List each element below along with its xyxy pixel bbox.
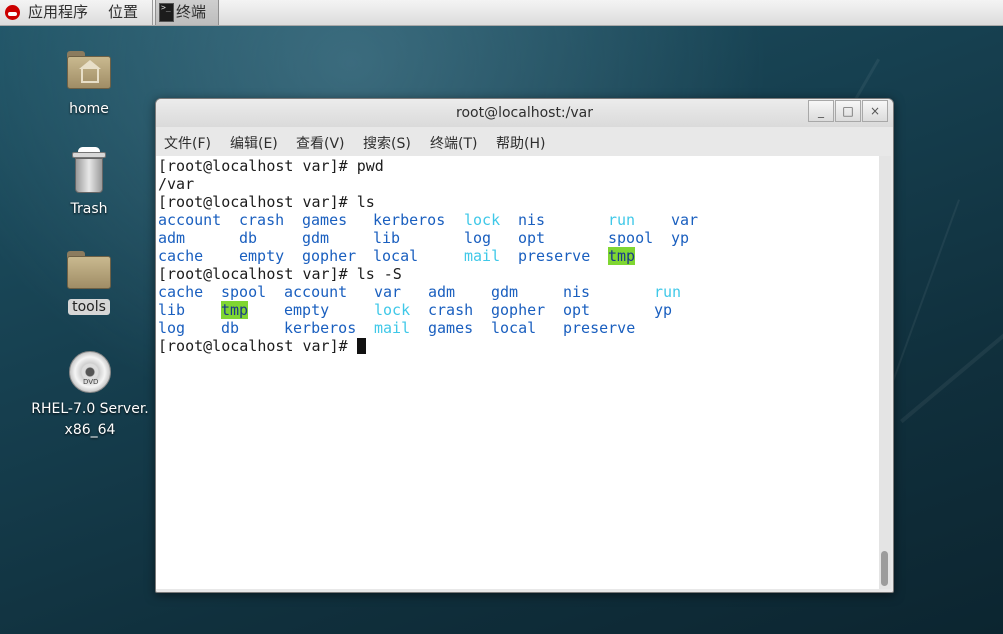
ls-entry: lib (158, 301, 186, 319)
panel-separator (152, 0, 153, 25)
desktop-home-icon[interactable]: home (54, 51, 124, 120)
desktop-trash-icon[interactable]: Trash (54, 147, 124, 220)
ls-entry: yp (671, 229, 690, 247)
places-menu[interactable]: 位置 (108, 3, 138, 21)
menu-edit[interactable]: 编辑(E) (230, 133, 278, 153)
menu-view[interactable]: 查看(V) (296, 133, 345, 153)
terminal-line: [root@localhost var]# pwd (158, 157, 384, 175)
dvd-disc-icon: DVD (69, 351, 111, 393)
minimize-button[interactable]: _ (808, 100, 834, 122)
ls-row: account crash games kerberos lock nis ru… (158, 211, 858, 229)
ls-entry: lib (373, 229, 401, 247)
menu-help[interactable]: 帮助(H) (496, 133, 545, 153)
desktop-dvd-icon[interactable]: DVD RHEL-7.0 Server. x86_64 (24, 351, 156, 441)
dvd-label-line2: x86_64 (64, 422, 116, 438)
ls-entry: opt (518, 229, 546, 247)
ls-entry: account (158, 211, 222, 229)
ls-entry: empty (239, 247, 285, 265)
ls-entry: log (158, 319, 186, 337)
folder-icon (67, 251, 111, 289)
terminal-output[interactable]: [root@localhost var]# pwd /var [root@loc… (156, 156, 879, 589)
ls-entry: preserve (563, 319, 636, 337)
menu-terminal[interactable]: 终端(T) (430, 133, 477, 153)
ls-entry: account (284, 283, 348, 301)
ls-entry: db (221, 319, 240, 337)
taskbar-terminal-button[interactable]: >_ 终端 (155, 0, 219, 25)
ls-row: lib tmp empty lock crash gopher opt yp (158, 301, 858, 319)
tools-label: tools (68, 299, 110, 315)
ls-entry: crash (239, 211, 285, 229)
scrollbar-thumb[interactable] (881, 551, 888, 586)
desktop-tools-icon[interactable]: tools (54, 251, 124, 318)
terminal-window: root@localhost:/var _ □ × 文件(F) 编辑(E) 查看… (155, 98, 894, 593)
maximize-button[interactable]: □ (835, 100, 861, 122)
ls-entry: var (671, 211, 699, 229)
text-cursor (356, 338, 366, 354)
ls-entry: games (428, 319, 474, 337)
menubar: 文件(F) 编辑(E) 查看(V) 搜索(S) 终端(T) 帮助(H) (156, 127, 893, 156)
trash-label: Trash (70, 201, 108, 217)
window-title: root@localhost:/var (456, 105, 593, 121)
ls-entry: local (373, 247, 419, 265)
dvd-label-line1: RHEL-7.0 Server. (31, 401, 149, 417)
menu-file[interactable]: 文件(F) (164, 133, 211, 153)
ls-entry: local (491, 319, 537, 337)
trash-icon (72, 147, 106, 194)
ls-entry: opt (563, 301, 591, 319)
ls-entry: mail (464, 247, 501, 265)
ls-entry: nis (518, 211, 546, 229)
ls-entry: empty (284, 301, 330, 319)
ls-entry: spool (608, 229, 654, 247)
close-button[interactable]: × (862, 100, 888, 122)
ls-entry: db (239, 229, 258, 247)
ls-entry: lock (464, 211, 501, 229)
terminal-line: /var (158, 175, 195, 193)
ls-entry: crash (428, 301, 474, 319)
ls-entry: nis (563, 283, 591, 301)
window-titlebar[interactable]: root@localhost:/var _ □ × (156, 99, 893, 127)
ls-entry: games (302, 211, 348, 229)
ls-entry: mail (374, 319, 411, 337)
ls-row: cache empty gopher local mail preserve t… (158, 247, 858, 265)
ls-entry: tmp (608, 247, 636, 265)
ls-entry: var (374, 283, 402, 301)
ls-entry: run (608, 211, 636, 229)
terminal-line: [root@localhost var]# ls -S (158, 265, 402, 283)
ls-entry: cache (158, 247, 204, 265)
ls-entry: kerberos (284, 319, 357, 337)
home-folder-icon (67, 51, 111, 89)
ls-entry: gdm (302, 229, 330, 247)
ls-entry: yp (654, 301, 673, 319)
terminal-line: [root@localhost var]# ls (158, 193, 375, 211)
ls-entry: preserve (518, 247, 591, 265)
redhat-logo-icon[interactable] (5, 5, 20, 20)
terminal-scrollbar[interactable] (879, 156, 891, 589)
ls-row: cache spool account var adm gdm nis run (158, 283, 858, 301)
terminal-icon: >_ (159, 3, 174, 22)
ls-entry: adm (428, 283, 456, 301)
terminal-prompt-line[interactable]: [root@localhost var]# (158, 337, 366, 355)
ls-entry: run (654, 283, 682, 301)
applications-menu[interactable]: 应用程序 (28, 3, 88, 21)
ls-entry: gdm (491, 283, 519, 301)
ls-entry: cache (158, 283, 204, 301)
ls-entry: tmp (221, 301, 249, 319)
ls-row: log db kerberos mail games local preserv… (158, 319, 858, 337)
home-label: home (69, 101, 109, 117)
ls-row: adm db gdm lib log opt spool yp (158, 229, 858, 247)
ls-entry: gopher (491, 301, 546, 319)
ls-entry: lock (374, 301, 411, 319)
top-panel: 应用程序 位置 >_ 终端 (0, 0, 1003, 26)
ls-entry: log (464, 229, 492, 247)
menu-search[interactable]: 搜索(S) (363, 133, 411, 153)
taskbar-terminal-label: 终端 (176, 3, 207, 21)
ls-entry: gopher (302, 247, 357, 265)
ls-entry: spool (221, 283, 267, 301)
wallpaper-streak (900, 278, 1003, 424)
ls-entry: kerberos (373, 211, 446, 229)
ls-entry: adm (158, 229, 186, 247)
